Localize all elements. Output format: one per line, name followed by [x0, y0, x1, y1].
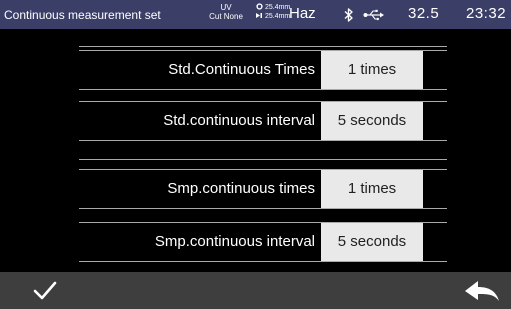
temperature-readout: 32.5	[408, 5, 440, 22]
setting-label: Smp.continuous times	[167, 180, 315, 197]
std-continuous-times-field[interactable]: 1 times	[321, 51, 423, 89]
std-continuous-interval-field[interactable]: 5 seconds	[321, 102, 423, 140]
bluetooth-icon	[344, 8, 353, 22]
uv-label: UV	[220, 3, 232, 12]
setting-row-std-continuous-times: Std.Continuous Times 1 times	[79, 50, 447, 90]
uv-cut-indicator: UV Cut None	[204, 3, 248, 21]
aperture-circle-icon	[256, 3, 263, 10]
setting-row-smp-continuous-times: Smp.continuous times 1 times	[79, 169, 447, 209]
clock: 23:32	[466, 5, 507, 22]
setting-label: Smp.continuous interval	[154, 233, 315, 250]
setting-row-std-continuous-interval: Std.continuous interval 5 seconds	[79, 101, 447, 141]
confirm-button[interactable]	[28, 278, 62, 304]
smp-continuous-times-field[interactable]: 1 times	[321, 170, 423, 208]
cut-label: Cut None	[209, 12, 243, 21]
measurement-mode: Haz	[289, 5, 316, 22]
usb-icon	[363, 9, 384, 21]
divider	[79, 46, 447, 47]
aperture-beam-icon	[256, 13, 262, 18]
setting-label: Std.continuous interval	[163, 112, 315, 129]
aperture-secondary: 25.4mm	[264, 13, 291, 20]
divider	[79, 159, 447, 160]
aperture-indicator: 25.4mm 25.4mm	[256, 3, 290, 21]
bottom-bar	[0, 272, 511, 309]
setting-row-smp-continuous-interval: Smp.continuous interval 5 seconds	[79, 222, 447, 262]
smp-continuous-interval-field[interactable]: 5 seconds	[321, 223, 423, 261]
checkmark-icon	[33, 281, 57, 300]
back-arrow-icon	[465, 281, 499, 301]
setting-label: Std.Continuous Times	[168, 61, 315, 78]
screen-title: Continuous measurement set	[4, 8, 161, 22]
status-bar: Continuous measurement set UV Cut None 2…	[0, 0, 511, 29]
back-button[interactable]	[463, 279, 501, 303]
aperture-primary: 25.4mm	[264, 4, 291, 11]
